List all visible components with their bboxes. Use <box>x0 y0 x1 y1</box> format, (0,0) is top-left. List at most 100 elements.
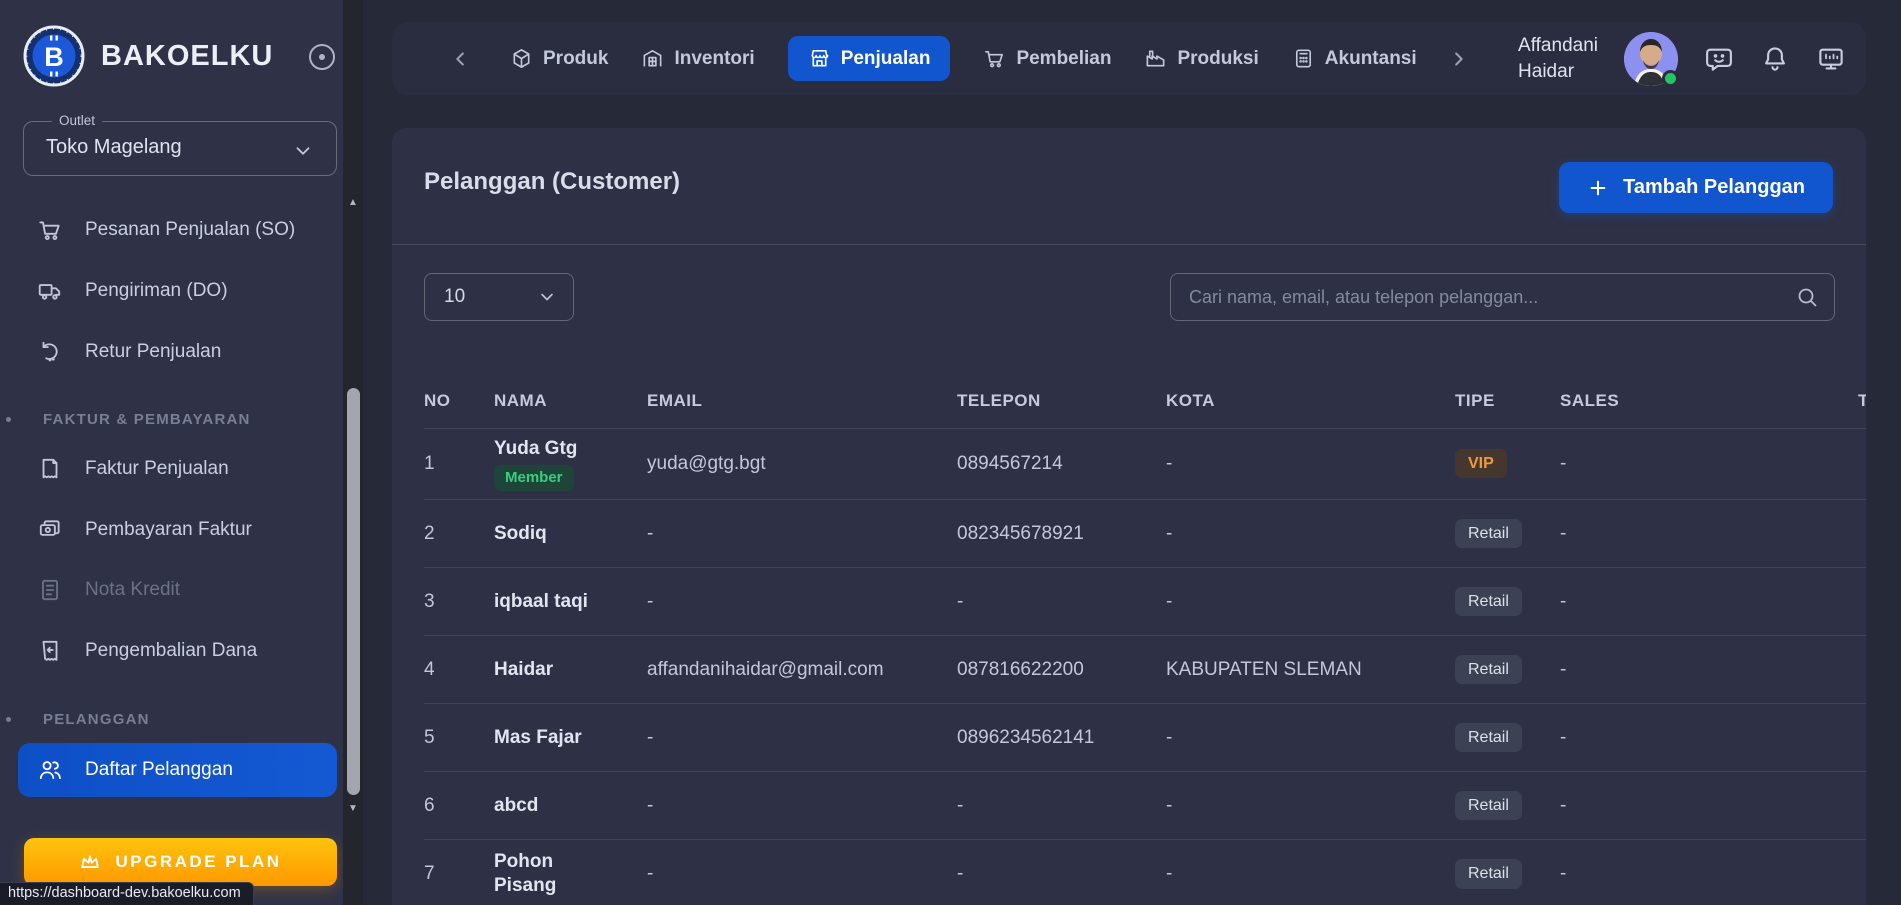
logo-row: B BAKOELKU <box>23 24 273 88</box>
sidebar-item-nota-kredit[interactable]: Nota Kredit <box>18 563 337 617</box>
nav-item-inventori[interactable]: Inventori <box>641 47 754 70</box>
users-icon <box>37 757 63 783</box>
cell-kota: - <box>1166 568 1455 636</box>
add-customer-button[interactable]: Tambah Pelanggan <box>1559 162 1833 213</box>
avatar[interactable] <box>1624 32 1678 86</box>
cell-kota: - <box>1166 704 1455 772</box>
nav-item-penjualan[interactable]: Penjualan <box>788 36 951 81</box>
customer-name: Haidar <box>494 658 553 682</box>
type-badge: Retail <box>1455 655 1522 684</box>
cell-extra <box>1858 500 1866 568</box>
outlet-select[interactable]: Outlet Toko Magelang <box>23 121 337 176</box>
sidebar-item-label: Pengiriman (DO) <box>85 280 228 302</box>
column-header-no: NO <box>424 375 494 428</box>
sidebar-item-label: Retur Penjualan <box>85 341 221 363</box>
nav-item-produk[interactable]: Produk <box>510 47 608 70</box>
sidebar-item-pengiriman-do-[interactable]: Pengiriman (DO) <box>18 264 337 318</box>
svg-text:B: B <box>44 42 64 72</box>
cell-telepon: 087816622200 <box>957 636 1166 704</box>
customer-table: NONAMAEMAILTELEPONKOTATIPESALESTO 1Yuda … <box>424 375 1866 905</box>
nav-item-pembelian[interactable]: Pembelian <box>983 47 1111 70</box>
cell-kota: - <box>1166 772 1455 840</box>
cell-email: - <box>647 840 957 905</box>
cell-nama: abcd <box>494 772 647 840</box>
sidebar-collapse-icon[interactable] <box>309 44 335 70</box>
cell-tipe: Retail <box>1455 772 1560 840</box>
customer-name: Yuda Gtg <box>494 437 577 461</box>
cell-sales: - <box>1560 636 1858 704</box>
cell-no: 7 <box>424 840 494 905</box>
table-row[interactable]: 6abcd---Retail- <box>424 772 1866 840</box>
sidebar-item-daftar-pelanggan[interactable]: Daftar Pelanggan <box>18 743 337 797</box>
cell-extra <box>1858 568 1866 636</box>
truck-icon <box>37 278 63 304</box>
sidebar-item-retur-penjualan[interactable]: Retur Penjualan <box>18 325 337 379</box>
nav-item-produksi[interactable]: Produksi <box>1144 47 1258 70</box>
sidebar-item-label: Pengembalian Dana <box>85 640 257 662</box>
scroll-up-arrow[interactable]: ▲ <box>343 192 363 212</box>
sidebar-item-faktur-penjualan[interactable]: Faktur Penjualan <box>18 442 337 496</box>
outlet-value: Toko Magelang <box>46 136 182 159</box>
nav-item-label: Produksi <box>1177 48 1258 70</box>
chevron-down-icon <box>537 287 557 307</box>
cell-nama: Sodiq <box>494 500 647 568</box>
sidebar-item-pembayaran-faktur[interactable]: Pembayaran Faktur <box>18 503 337 557</box>
cell-nama: Yuda Gtg Member <box>494 428 647 500</box>
table-row[interactable]: 5Mas Fajar-0896234562141-Retail- <box>424 704 1866 772</box>
member-badge: Member <box>494 465 574 491</box>
nav-item-label: Penjualan <box>841 48 931 70</box>
sidebar-item-pesanan-penjualan-so-[interactable]: Pesanan Penjualan (SO) <box>18 203 337 257</box>
cell-nama: Pohon Pisang <box>494 840 647 905</box>
sidebar-scrollbar: ▲ ▼ <box>343 0 363 905</box>
cell-telepon: - <box>957 568 1166 636</box>
table-row[interactable]: 7Pohon Pisang---Retail- <box>424 840 1866 905</box>
nav-scroll-right-icon[interactable] <box>1447 48 1469 70</box>
nav-user-area: Affandani Haidar <box>1518 22 1846 95</box>
cell-telepon: 0896234562141 <box>957 704 1166 772</box>
cell-telepon: - <box>957 840 1166 905</box>
cell-extra <box>1858 704 1866 772</box>
nav-scroll-left-icon[interactable] <box>450 48 472 70</box>
cell-extra <box>1858 428 1866 500</box>
cell-sales: - <box>1560 568 1858 636</box>
table-row[interactable]: 4Haidaraffandanihaidar@gmail.com08781662… <box>424 636 1866 704</box>
notifications-bell-icon[interactable] <box>1760 44 1790 74</box>
sidebar-item-label: Pesanan Penjualan (SO) <box>85 219 295 241</box>
cell-nama: Haidar <box>494 636 647 704</box>
cell-sales: - <box>1560 840 1858 905</box>
cell-kota: - <box>1166 840 1455 905</box>
cell-no: 3 <box>424 568 494 636</box>
table-row[interactable]: 3iqbaal taqi---Retail- <box>424 568 1866 636</box>
cell-email: affandanihaidar@gmail.com <box>647 636 957 704</box>
sidebar-item-pengembalian-dana[interactable]: Pengembalian Dana <box>18 624 337 678</box>
chevron-down-icon <box>292 140 314 162</box>
cell-email: yuda@gtg.bgt <box>647 428 957 500</box>
cell-sales: - <box>1560 704 1858 772</box>
upgrade-plan-button[interactable]: UPGRADE PLAN <box>24 838 337 886</box>
table-row[interactable]: 2Sodiq-082345678921-Retail- <box>424 500 1866 568</box>
scroll-down-arrow[interactable]: ▼ <box>343 798 363 818</box>
nav-items: Produk Inventori Penjualan Pembelian Pro… <box>510 36 1417 81</box>
column-header-kota: KOTA <box>1166 375 1455 428</box>
note-icon <box>37 577 63 603</box>
plus-icon <box>1587 177 1609 199</box>
store-icon <box>808 47 831 70</box>
cell-kota: - <box>1166 500 1455 568</box>
page-size-select[interactable]: 10 <box>424 273 574 321</box>
search-input[interactable] <box>1170 273 1835 321</box>
column-header-tipe: TIPE <box>1455 375 1560 428</box>
type-badge: VIP <box>1455 449 1507 478</box>
search-icon[interactable] <box>1795 285 1819 309</box>
column-header-to: TO <box>1858 375 1866 428</box>
sidebar-item-label: Nota Kredit <box>85 579 180 601</box>
table-row[interactable]: 1Yuda Gtg Memberyuda@gtg.bgt0894567214-V… <box>424 428 1866 500</box>
customer-name: Pohon Pisang <box>494 850 606 898</box>
cell-tipe: Retail <box>1455 636 1560 704</box>
feedback-chat-icon[interactable] <box>1704 44 1734 74</box>
nav-item-akuntansi[interactable]: Akuntansi <box>1292 47 1417 70</box>
pos-display-icon[interactable] <box>1816 44 1846 74</box>
menu-section-label: FAKTUR & PEMBAYARAN <box>0 404 343 434</box>
bullet-icon <box>6 717 11 722</box>
scrollbar-thumb[interactable] <box>347 388 360 795</box>
invoice-icon <box>37 456 63 482</box>
